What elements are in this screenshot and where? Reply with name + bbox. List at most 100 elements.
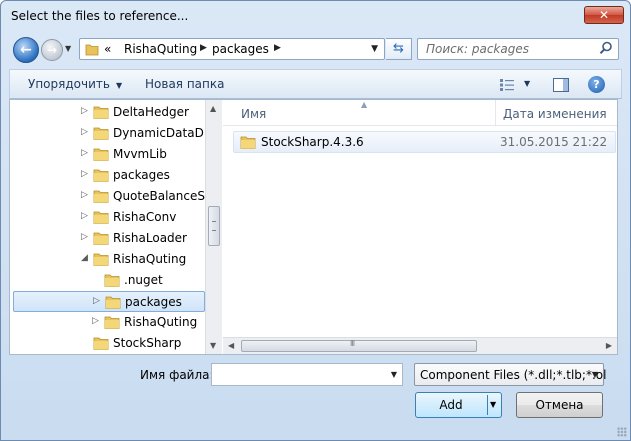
scroll-thumb[interactable] (241, 339, 477, 352)
chevron-down-icon: ▼ (591, 370, 598, 379)
search-box[interactable]: Поиск: packages (417, 38, 619, 60)
scroll-down-icon[interactable]: ▼ (210, 341, 216, 350)
scroll-thumb[interactable] (208, 206, 220, 246)
tree-item-label: DeltaHedger (113, 105, 189, 119)
expander-icon[interactable]: ▷ (81, 169, 88, 179)
expander-icon[interactable]: ▷ (81, 127, 88, 137)
folder-icon (85, 44, 99, 56)
file-date: 31.05.2015 21:22 (500, 135, 608, 149)
file-list[interactable]: ▲ Имя Дата изменения StockSharp.4.3.6 31… (223, 100, 617, 354)
tree-item-label: .nuget (124, 273, 163, 287)
folder-icon (93, 337, 109, 350)
search-placeholder: Поиск: packages (426, 42, 529, 56)
tree-item[interactable]: ▷ packages (13, 291, 205, 312)
split-divider (487, 395, 488, 415)
folder-icon (93, 253, 109, 266)
tree-item-label: QuoteBalanceSav (113, 189, 205, 203)
breadcrumb-rishaquting[interactable]: RishaQuting (124, 42, 197, 56)
expander-icon[interactable]: ▷ (93, 296, 100, 306)
folder-icon (93, 106, 109, 119)
address-dropdown-icon[interactable]: ▼ (371, 44, 378, 54)
expander-icon[interactable]: ▷ (81, 232, 88, 242)
folder-icon (105, 296, 121, 309)
tree-item-label: RishaLoader (113, 231, 187, 245)
file-type-filter[interactable]: Component Files (*.dll;*.tlb;*.ol ▼ (414, 363, 606, 386)
close-button[interactable]: ✕ (584, 6, 624, 24)
folder-icon (93, 190, 109, 203)
tree-item[interactable]: ▷ RishaLoader (10, 228, 205, 249)
tree-item[interactable]: ▷ packages (10, 165, 205, 186)
tree-item[interactable]: ▷ RishaConv (10, 207, 205, 228)
view-dropdown-icon[interactable]: ▼ (524, 79, 530, 88)
command-bar: Упорядочить ▼ Новая папка ▼ ? (9, 69, 622, 99)
scroll-right-icon[interactable]: ▶ (606, 341, 612, 350)
sort-ascending-icon: ▲ (361, 100, 368, 109)
tree-item-label: StockSharp (113, 336, 182, 350)
cancel-button[interactable]: Отмена (516, 392, 603, 418)
folder-icon (93, 169, 109, 182)
folder-icon (93, 148, 109, 161)
back-button[interactable]: ← (13, 37, 39, 63)
refresh-button[interactable]: ⇆ (386, 38, 412, 60)
tree-item[interactable]: ▷ RishaQuting (10, 312, 205, 333)
expander-icon[interactable]: ▷ (81, 148, 88, 158)
organize-label: Упорядочить (28, 77, 110, 91)
expander-icon[interactable]: ▷ (92, 316, 99, 326)
tree-item[interactable]: .nuget (10, 270, 205, 291)
files-horizontal-scrollbar[interactable]: ◀ ▶ (223, 337, 617, 354)
scroll-left-icon[interactable]: ◀ (228, 341, 234, 350)
tree-item-label: RishaQuting (124, 315, 198, 329)
preview-pane-icon[interactable] (553, 78, 569, 92)
view-options-icon[interactable] (500, 79, 514, 91)
new-folder-button[interactable]: Новая папка (145, 77, 224, 91)
tree-item[interactable]: ▷ MvvmLib (10, 144, 205, 165)
search-icon (599, 41, 612, 54)
resize-grip[interactable] (617, 427, 627, 437)
tree-item-label: RishaQuting (113, 252, 187, 266)
tree-item-label: MvvmLib (113, 147, 167, 161)
tree-item[interactable]: ▷ DeltaHedger (10, 102, 205, 123)
expander-icon[interactable]: ◢ (81, 253, 88, 263)
navigation-bar: ← → ▼ « RishaQuting ▶ packages ▶ ▼ ⇆ Пои… (1, 34, 630, 66)
file-row[interactable]: StockSharp.4.3.6 31.05.2015 21:22 (233, 131, 616, 153)
column-name[interactable]: Имя (241, 107, 266, 121)
add-dropdown-icon[interactable]: ▼ (490, 400, 496, 409)
tree-item[interactable]: ▷ QuoteBalanceSav (10, 186, 205, 207)
folder-icon (93, 211, 109, 224)
tree-item-label: packages (125, 295, 182, 309)
chevron-down-icon[interactable]: ▼ (391, 370, 397, 379)
breadcrumb-overflow[interactable]: « (104, 42, 111, 56)
expander-icon[interactable]: ▷ (81, 190, 88, 200)
folder-icon (104, 274, 120, 287)
title-bar: Select the files to reference... ✕ (1, 1, 630, 31)
tree-item[interactable]: StockSharp (10, 333, 205, 354)
expander-icon[interactable]: ▷ (81, 106, 88, 116)
column-date-modified[interactable]: Дата изменения (503, 107, 607, 121)
breadcrumb-separator-icon[interactable]: ▶ (274, 43, 281, 53)
organize-menu[interactable]: Упорядочить ▼ (28, 77, 122, 91)
folder-icon (93, 232, 109, 245)
window-title: Select the files to reference... (11, 9, 189, 23)
add-button[interactable]: Add ▼ (415, 392, 502, 418)
folder-icon (93, 127, 109, 140)
tree-item[interactable]: ▷ DynamicDataDisp (10, 123, 205, 144)
forward-button[interactable]: → (41, 39, 63, 61)
tree-item-label: packages (113, 168, 170, 182)
tree-item[interactable]: ◢ RishaQuting (10, 249, 205, 270)
filename-label: Имя файла: (140, 368, 214, 382)
browser-area: ▷ DeltaHedger ▷ DynamicDataDisp ▷ MvvmLib ▷ pac… (9, 99, 618, 355)
scroll-up-icon[interactable]: ▲ (210, 104, 216, 113)
address-bar[interactable]: « RishaQuting ▶ packages ▶ ▼ (79, 38, 385, 60)
filename-input[interactable]: ▼ (211, 363, 403, 386)
chevron-down-icon: ▼ (115, 81, 123, 90)
tree-vertical-scrollbar[interactable]: ▲ ▼ (205, 100, 222, 354)
help-icon[interactable]: ? (588, 76, 605, 93)
breadcrumb-separator-icon[interactable]: ▶ (200, 43, 207, 53)
expander-icon[interactable]: ▷ (81, 211, 88, 221)
navigation-tree[interactable]: ▷ DeltaHedger ▷ DynamicDataDisp ▷ MvvmLib ▷ pac… (10, 100, 205, 354)
column-divider[interactable] (495, 100, 496, 126)
breadcrumb-packages[interactable]: packages (212, 42, 269, 56)
tree-item-label: DynamicDataDisp (113, 126, 205, 140)
history-dropdown-icon[interactable]: ▼ (65, 44, 71, 53)
tree-item-label: RishaConv (113, 210, 177, 224)
